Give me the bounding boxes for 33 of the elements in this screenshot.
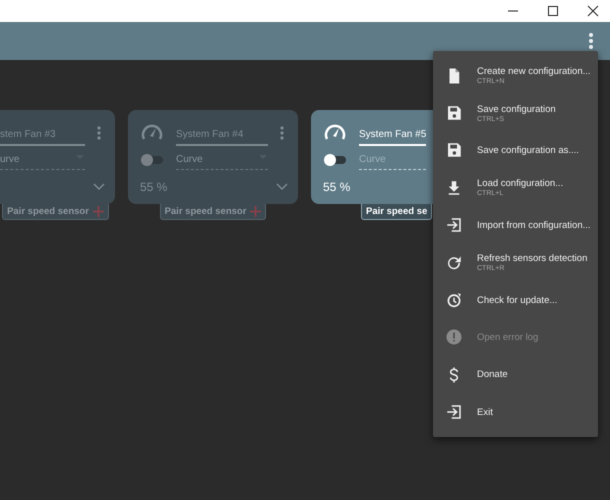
menu-item-label: Import from configuration... [477,220,591,231]
more-menu-icon[interactable] [588,32,594,50]
menu-item-label: Load configuration... [477,178,564,190]
alert-circle-icon [445,328,463,346]
speed-percent: 55 % [323,180,352,194]
speed-percent: 55 % [140,180,168,194]
menu-item[interactable]: Check for update... [433,281,598,319]
menu-item[interactable]: Save configuration as.... [433,132,598,170]
fan-name-field[interactable]: System Fan #5 [359,127,426,146]
maximize-icon[interactable] [546,4,560,18]
menu-item-label: Donate [477,369,508,380]
close-icon[interactable] [586,4,600,18]
menu-item[interactable]: Donate [433,356,598,394]
refresh-icon [445,254,463,272]
menu-item-label: Open error log [477,332,538,343]
menu-item-label: Create new configuration... [477,66,591,78]
import-icon [445,216,463,234]
chevron-down-icon[interactable] [93,183,105,191]
menu-item-label: Refresh sensors detection [477,253,588,264]
clock-update-icon [445,291,463,310]
menu-item[interactable]: Exit [433,394,598,431]
pair-sensor-button[interactable]: Pair speed se [361,204,432,220]
menu-item-label: Exit [477,406,493,418]
toggle-switch[interactable] [140,153,164,167]
more-options-icon[interactable] [280,126,284,140]
menu-item-label: Save configuration [477,104,556,115]
chevron-down-icon[interactable] [276,183,288,191]
toggle-switch[interactable] [323,153,347,167]
menu-item[interactable]: Import from configuration... [433,206,598,244]
menu-item-label: Save configuration as.... [477,144,579,156]
more-options-icon[interactable] [97,126,101,140]
menu-item-label: Check for update... [477,294,558,306]
exit-icon [445,403,463,422]
